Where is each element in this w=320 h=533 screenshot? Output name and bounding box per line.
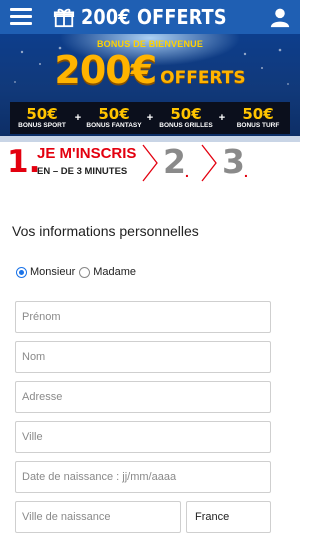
bonus-value: 50€ [242, 105, 274, 123]
step-2-dot: . [185, 164, 189, 180]
bonus-sport: 50€ BONUS SPORT [14, 106, 70, 130]
plus-sign: + [146, 112, 154, 124]
birth-city-input[interactable] [15, 501, 181, 533]
registration-steps: 1. JE M'INSCRIS EN – DE 3 MINUTES 2 . 3 … [0, 142, 300, 208]
bonus-value: 50€ [26, 105, 58, 123]
first-name-input[interactable] [15, 301, 271, 333]
header-title: 200€ OFFERTS [81, 5, 227, 29]
birth-country-select[interactable]: France [186, 501, 271, 533]
civility-radio-group: Monsieur Madame [16, 264, 140, 280]
chevron-right-icon [142, 144, 158, 182]
bonus-label: BONUS SPORT [18, 122, 66, 129]
plus-sign: + [74, 112, 82, 124]
last-name-input[interactable] [15, 341, 271, 373]
step-3-dot: . [244, 164, 248, 180]
user-icon[interactable] [269, 6, 291, 28]
step-1-title: JE M'INSCRIS [37, 145, 137, 162]
birth-date-input[interactable] [15, 461, 271, 493]
city-input[interactable] [15, 421, 271, 453]
radio-madame-label[interactable]: Madame [93, 266, 136, 278]
banner-headline: 200€ OFFERTS [0, 48, 300, 92]
bonus-label: BONUS GRILLES [159, 122, 213, 129]
bonus-turf: 50€ BONUS TURF [230, 106, 286, 130]
step-3-number: 3 [222, 142, 245, 181]
bonus-fantasy: 50€ BONUS FANTASY [86, 106, 142, 130]
banner-amount-suffix: OFFERTS [160, 68, 246, 88]
step-1-number: 1. [7, 144, 41, 180]
radio-monsieur-label[interactable]: Monsieur [30, 266, 75, 278]
gift-icon [54, 8, 75, 28]
bonus-label: BONUS TURF [236, 122, 280, 129]
top-bar: 200€ OFFERTS [0, 0, 300, 34]
welcome-bonus-banner[interactable]: BONUS DE BIENVENUE 200€ OFFERTS 50€ BONUS… [0, 34, 300, 156]
step-2-number: 2 [163, 142, 186, 181]
bonus-label: BONUS FANTASY [86, 122, 142, 129]
bonus-grilles: 50€ BONUS GRILLES [158, 106, 214, 130]
bonus-value: 50€ [170, 105, 202, 123]
radio-madame[interactable] [79, 266, 91, 278]
bonus-breakdown-bar: 50€ BONUS SPORT + 50€ BONUS FANTASY + 50… [10, 102, 290, 134]
plus-sign: + [218, 112, 226, 124]
chevron-right-icon [201, 144, 217, 182]
banner-amount: 200€ [54, 48, 157, 92]
header-title-group: 200€ OFFERTS [0, 0, 300, 34]
address-input[interactable] [15, 381, 271, 413]
step-1-subtitle: EN – DE 3 MINUTES [37, 166, 128, 177]
radio-monsieur[interactable] [16, 266, 27, 278]
bonus-value: 50€ [98, 105, 130, 123]
section-title: Vos informations personnelles [12, 223, 199, 239]
